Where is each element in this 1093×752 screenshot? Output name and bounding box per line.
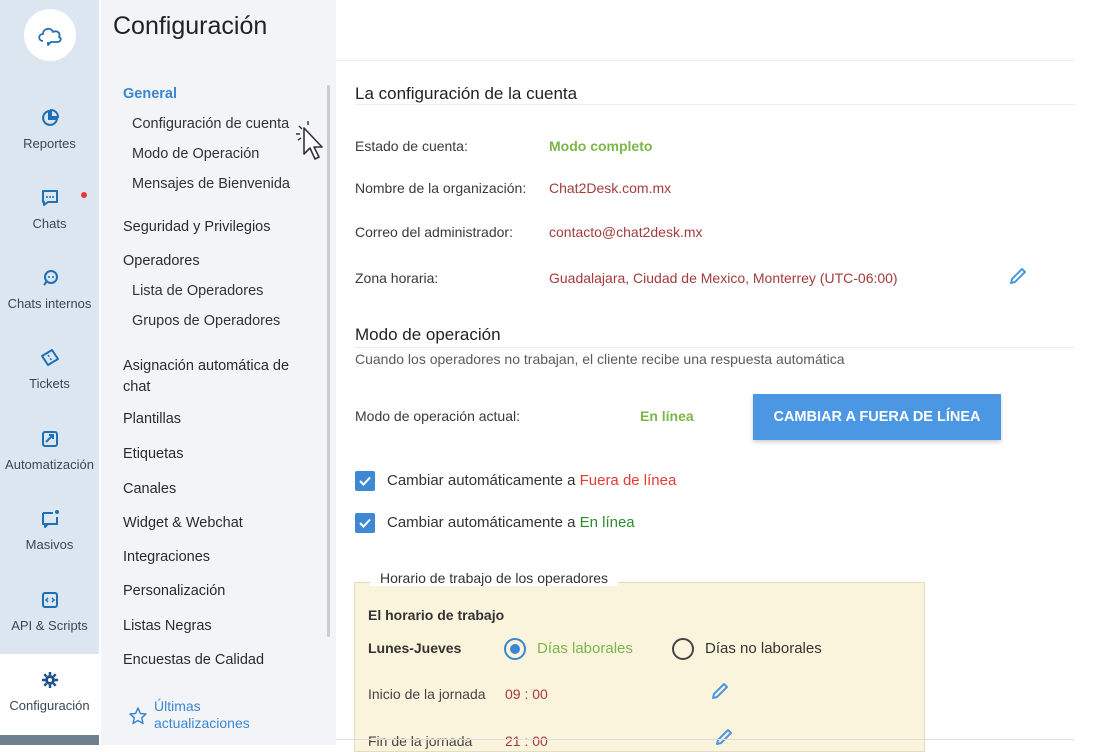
sidebar-item-lista-operadores[interactable]: Lista de Operadores: [132, 283, 263, 299]
rail-label: API & Scripts: [11, 618, 88, 633]
timezone-label: Zona horaria:: [355, 270, 439, 286]
latest-updates-label: Últimas actualizaciones: [154, 698, 250, 731]
bottom-divider: [336, 739, 1074, 740]
sidebar-section-plantillas[interactable]: Plantillas: [123, 411, 181, 427]
sidebar-item-grupos-operadores[interactable]: Grupos de Operadores: [132, 313, 280, 329]
sidebar-section-encuestas[interactable]: Encuestas de Calidad: [123, 652, 264, 668]
check-icon: [359, 518, 371, 528]
automation-icon: [41, 431, 58, 447]
auto-online-highlight: En línea: [579, 514, 635, 531]
schedule-title: El horario de trabajo: [368, 607, 505, 623]
workdays-radio[interactable]: [504, 638, 526, 660]
days-label: Lunes-Jueves: [368, 640, 462, 656]
chat-icon: [41, 190, 58, 206]
notification-dot: [81, 192, 87, 198]
sidebar-section-integraciones[interactable]: Integraciones: [123, 549, 210, 565]
rail-item-tickets[interactable]: Tickets: [0, 348, 99, 428]
cloud-logo-icon: [38, 27, 62, 46]
mouse-cursor-icon: [296, 121, 323, 160]
rail-label: Automatización: [5, 457, 94, 472]
account-heading: La configuración de la cuenta: [355, 84, 578, 103]
sidebar-section-general[interactable]: General: [123, 86, 177, 102]
workdays-label: Días laborales: [537, 640, 633, 657]
sidebar-section-canales[interactable]: Canales: [123, 481, 176, 497]
rail-footer: [0, 735, 99, 745]
email-label: Correo del administrador:: [355, 224, 513, 240]
org-value: Chat2Desk.com.mx: [549, 180, 672, 196]
pie-chart-icon: [41, 108, 59, 126]
status-label: Estado de cuenta:: [355, 138, 468, 154]
sidebar-scrollbar[interactable]: [327, 85, 330, 637]
end-value: 21 : 00: [505, 733, 548, 749]
non-workdays-label: Días no laborales: [705, 640, 822, 657]
star-icon: [129, 707, 147, 725]
rail-item-automatizacion[interactable]: Automatización: [0, 429, 99, 509]
switch-offline-button[interactable]: CAMBIAR A FUERA DE LÍNEA: [753, 394, 1001, 440]
rail-label: Masivos: [25, 537, 74, 552]
top-divider: [336, 60, 1074, 61]
sidebar-section-asignacion[interactable]: Asignación automática de chat: [123, 356, 313, 398]
rail-item-chats-internos[interactable]: Chats internos: [0, 268, 99, 348]
sidebar-section-widget[interactable]: Widget & Webchat: [123, 515, 243, 531]
divider: [355, 347, 1075, 348]
sidebar-section-operadores[interactable]: Operadores: [123, 253, 200, 269]
rail-label: Configuración: [9, 698, 90, 713]
rail-label: Tickets: [29, 376, 70, 391]
edit-start-pencil-icon[interactable]: [710, 681, 730, 701]
gear-icon: [41, 672, 58, 688]
auto-offline-prefix: Cambiar automáticamente a: [387, 472, 580, 489]
current-mode-value: En línea: [640, 408, 694, 424]
internal-chat-icon: [42, 270, 58, 286]
rail-item-reportes[interactable]: Reportes: [0, 108, 99, 188]
sidebar-section-personalizacion[interactable]: Personalización: [123, 583, 225, 599]
start-value: 09 : 00: [505, 686, 548, 702]
check-icon: [359, 476, 371, 486]
rail-label: Reportes: [23, 136, 76, 151]
sidebar-section-listas-negras[interactable]: Listas Negras: [123, 618, 212, 634]
rail-item-masivos[interactable]: Masivos: [0, 509, 99, 589]
main-content: La configuración de la cuenta Estado de …: [336, 0, 1093, 752]
schedule-legend: Horario de trabajo de los operadores: [370, 570, 619, 586]
settings-sidebar: Configuración General Configuración de c…: [101, 0, 336, 745]
end-label: Fin de la jornada: [368, 733, 473, 749]
sidebar-title: Configuración: [113, 12, 268, 40]
auto-offline-checkbox[interactable]: [355, 471, 375, 491]
mode-heading: Modo de operación: [355, 325, 501, 344]
rail-label: Chats internos: [7, 296, 92, 311]
start-label: Inicio de la jornada: [368, 686, 486, 702]
non-workdays-radio[interactable]: [672, 638, 694, 660]
broadcast-icon: [41, 510, 59, 528]
auto-online-label: Cambiar automáticamente a En línea: [387, 514, 635, 531]
rail-label: Chats: [32, 216, 67, 231]
divider: [355, 104, 1075, 105]
sidebar-section-etiquetas[interactable]: Etiquetas: [123, 446, 183, 462]
sidebar-item-modo-operacion[interactable]: Modo de Operación: [132, 146, 259, 162]
sidebar-item-configuracion-cuenta[interactable]: Configuración de cuenta: [132, 116, 289, 132]
ticket-icon: [40, 349, 59, 366]
sidebar-item-mensajes-bienvenida[interactable]: Mensajes de Bienvenida: [132, 176, 290, 192]
auto-online-prefix: Cambiar automáticamente a: [387, 514, 580, 531]
auto-offline-label: Cambiar automáticamente a Fuera de línea: [387, 472, 676, 489]
current-mode-label: Modo de operación actual:: [355, 408, 520, 424]
mode-description: Cuando los operadores no trabajan, el cl…: [355, 351, 845, 367]
timezone-value: Guadalajara, Ciudad de Mexico, Monterrey…: [549, 270, 898, 286]
email-value: contacto@chat2desk.mx: [549, 224, 703, 240]
rail-item-chats[interactable]: Chats: [0, 188, 99, 268]
rail-item-configuracion[interactable]: Configuración: [0, 654, 99, 735]
auto-offline-highlight: Fuera de línea: [579, 472, 677, 489]
edit-end-pencil-icon[interactable]: [714, 727, 734, 747]
code-icon: [41, 592, 58, 608]
icon-rail: Reportes Chats Chats internos Tickets Au…: [0, 0, 99, 745]
latest-updates-link[interactable]: Últimas actualizaciones: [128, 698, 274, 732]
auto-online-checkbox[interactable]: [355, 513, 375, 533]
app-logo[interactable]: [24, 9, 76, 61]
status-value: Modo completo: [549, 138, 653, 154]
org-label: Nombre de la organización:: [355, 180, 527, 196]
sidebar-section-seguridad[interactable]: Seguridad y Privilegios: [123, 219, 271, 235]
edit-timezone-pencil-icon[interactable]: [1008, 266, 1028, 286]
